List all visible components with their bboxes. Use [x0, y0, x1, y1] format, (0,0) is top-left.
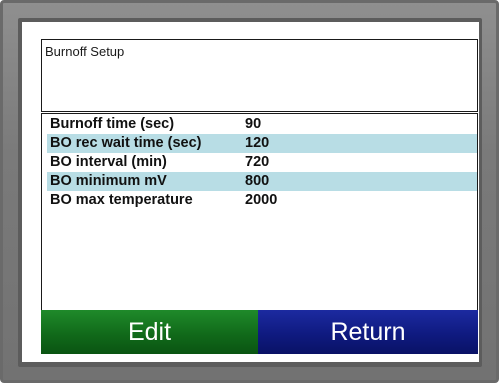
setting-label: BO interval (min): [50, 154, 167, 170]
screen-title: Burnoff Setup: [45, 44, 125, 59]
setting-label: BO minimum mV: [50, 173, 167, 189]
setting-row-bo-minimum-mv[interactable]: BO minimum mV 800: [47, 172, 477, 191]
setting-row-burnoff-time[interactable]: Burnoff time (sec) 90: [47, 115, 477, 134]
setting-value: 90: [245, 116, 262, 132]
setting-value: 720: [245, 154, 270, 170]
setting-row-bo-max-temperature[interactable]: BO max temperature 2000: [47, 191, 477, 210]
title-panel: Burnoff Setup: [41, 39, 478, 112]
setting-value: 120: [245, 135, 270, 151]
touch-screen: Burnoff Setup Burnoff time (sec) 90 BO r…: [22, 22, 479, 362]
edit-button[interactable]: Edit: [41, 310, 258, 354]
setting-value: 800: [245, 173, 270, 189]
setting-row-bo-interval[interactable]: BO interval (min) 720: [47, 153, 477, 172]
setting-label: BO rec wait time (sec): [50, 135, 202, 151]
setting-label: BO max temperature: [50, 192, 193, 208]
setting-label: Burnoff time (sec): [50, 116, 175, 132]
settings-list[interactable]: Burnoff time (sec) 90 BO rec wait time (…: [41, 113, 478, 329]
return-button[interactable]: Return: [258, 310, 478, 354]
setting-value: 2000: [245, 192, 278, 208]
setting-row-bo-rec-wait-time[interactable]: BO rec wait time (sec) 120: [47, 134, 477, 153]
